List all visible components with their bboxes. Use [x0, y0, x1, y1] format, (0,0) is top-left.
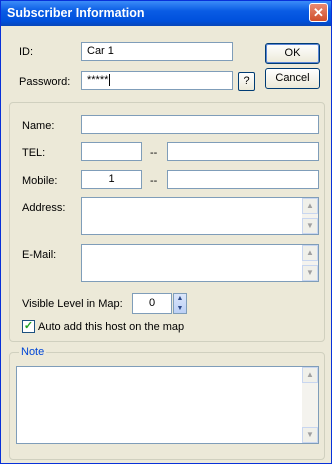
spin-down-icon[interactable]: ▼ — [174, 304, 186, 313]
visible-level-input[interactable]: 0 — [132, 293, 172, 314]
mobile-field-2[interactable] — [167, 170, 319, 189]
password-field[interactable]: ***** — [81, 71, 233, 90]
cancel-button[interactable]: Cancel — [265, 68, 320, 89]
id-label: ID: — [19, 46, 34, 58]
visible-level-label: Visible Level in Map: — [22, 298, 123, 310]
scroll-down-arrow-icon[interactable]: ▼ — [302, 427, 318, 443]
password-help-button[interactable]: ? — [238, 72, 255, 91]
address-textarea[interactable]: ▲ ▼ — [81, 197, 319, 235]
scroll-down-arrow-icon[interactable]: ▼ — [302, 218, 318, 234]
scroll-up-arrow-icon[interactable]: ▲ — [302, 245, 318, 261]
note-legend: Note — [19, 346, 47, 358]
name-label: Name: — [22, 120, 55, 132]
mobile-label: Mobile: — [22, 175, 58, 187]
mobile-separator: -- — [150, 175, 158, 187]
scroll-up-arrow-icon[interactable]: ▲ — [302, 367, 318, 383]
password-label: Password: — [19, 76, 71, 88]
auto-add-label[interactable]: Auto add this host on the map — [38, 321, 184, 333]
note-textarea[interactable]: ▲ ▼ — [16, 366, 319, 444]
close-button[interactable]: ✕ — [309, 3, 328, 22]
text-caret — [109, 74, 111, 87]
spin-up-icon[interactable]: ▲ — [174, 294, 186, 303]
ok-button[interactable]: OK — [265, 43, 320, 64]
name-field[interactable] — [81, 115, 319, 134]
email-scrollbar[interactable]: ▲ ▼ — [302, 245, 318, 281]
checkmark-icon: ✓ — [23, 320, 34, 332]
email-textarea[interactable]: ▲ ▼ — [81, 244, 319, 282]
address-scrollbar[interactable]: ▲ ▼ — [302, 198, 318, 234]
address-label: Address: — [22, 202, 66, 214]
id-field[interactable]: Car 1 — [81, 42, 233, 61]
tel-field-2[interactable] — [167, 142, 319, 161]
subscriber-dialog: Subscriber Information ✕ ID: Car 1 Passw… — [0, 0, 332, 464]
mobile-field-1[interactable]: 1 — [81, 170, 142, 189]
title-bar[interactable]: Subscriber Information ✕ — [1, 1, 331, 26]
help-icon: ? — [243, 75, 250, 87]
password-value: ***** — [87, 74, 109, 86]
auto-add-checkbox[interactable]: ✓ — [22, 320, 35, 333]
email-label: E-Mail: — [22, 249, 57, 261]
tel-field-1[interactable] — [81, 142, 142, 161]
visible-level-spinner[interactable]: ▲ ▼ — [173, 293, 187, 314]
scroll-down-arrow-icon[interactable]: ▼ — [302, 265, 318, 281]
tel-label: TEL: — [22, 147, 46, 159]
close-icon: ✕ — [313, 5, 324, 20]
note-scrollbar[interactable]: ▲ ▼ — [302, 367, 318, 443]
tel-separator: -- — [150, 147, 158, 159]
window-title: Subscriber Information — [7, 6, 145, 20]
scroll-up-arrow-icon[interactable]: ▲ — [302, 198, 318, 214]
